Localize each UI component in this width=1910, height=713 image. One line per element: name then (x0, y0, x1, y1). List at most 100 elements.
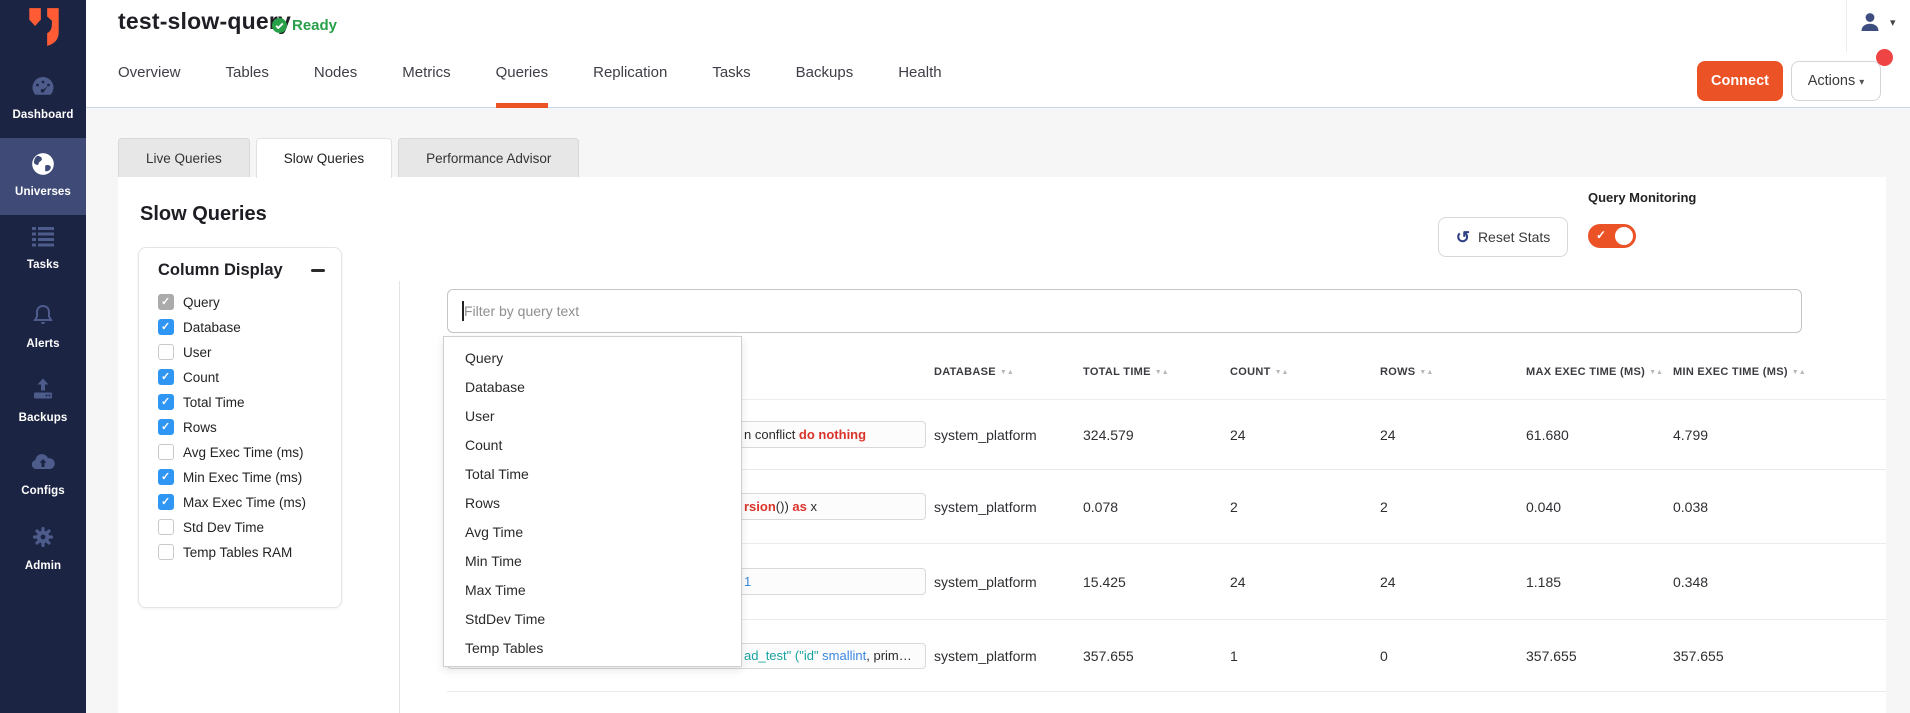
checkbox-label: Query (183, 295, 220, 310)
tab-queries[interactable]: Queries (496, 60, 549, 108)
dropdown-item-database[interactable]: Database (444, 373, 741, 402)
query-filter-input[interactable] (447, 289, 1802, 333)
subtab-slow-queries[interactable]: Slow Queries (256, 138, 392, 178)
header-rows[interactable]: ROWS▼▲ (1380, 366, 1526, 378)
checkbox-count[interactable] (158, 369, 174, 385)
rows-cell: 24 (1380, 427, 1526, 443)
subtab-performance-advisor[interactable]: Performance Advisor (398, 138, 579, 177)
tab-tables[interactable]: Tables (226, 60, 269, 108)
sidebar-item-configs[interactable]: Configs (0, 450, 86, 499)
tab-nodes[interactable]: Nodes (314, 60, 357, 108)
header-label: TOTAL TIME (1083, 366, 1151, 378)
reset-stats-button[interactable]: ↺ Reset Stats (1438, 217, 1568, 257)
max-exec-cell: 357.655 (1526, 648, 1673, 664)
dropdown-item-count[interactable]: Count (444, 431, 741, 460)
filter-field-dropdown: Query Database User Count Total Time Row… (443, 336, 742, 667)
dropdown-item-total-time[interactable]: Total Time (444, 460, 741, 489)
checkbox-label: Rows (183, 420, 217, 435)
sidebar-item-tasks[interactable]: Tasks (0, 224, 86, 273)
connect-button[interactable]: Connect (1697, 61, 1783, 101)
status-badge: Ready (272, 17, 337, 34)
checkbox-min-exec-time[interactable] (158, 469, 174, 485)
tab-metrics[interactable]: Metrics (402, 60, 450, 108)
sidebar-item-dashboard[interactable]: Dashboard (0, 74, 86, 123)
rows-cell: 24 (1380, 574, 1526, 590)
dropdown-item-user[interactable]: User (444, 402, 741, 431)
sidebar-item-alerts[interactable]: Alerts (0, 303, 86, 352)
column-option-rows: Rows (158, 417, 217, 437)
actions-caret-icon: ▾ (1859, 77, 1864, 88)
user-menu-caret-icon: ▾ (1890, 16, 1896, 29)
tab-overview[interactable]: Overview (118, 60, 181, 108)
query-fragment: n conflict (744, 427, 799, 442)
subtab-live-queries[interactable]: Live Queries (118, 138, 250, 177)
total-time-cell: 357.655 (1083, 648, 1230, 664)
rows-cell: 0 (1380, 648, 1526, 664)
toggle-knob (1615, 227, 1633, 245)
collapse-minus-icon[interactable] (311, 269, 325, 272)
sort-icon: ▼▲ (1649, 369, 1663, 376)
sort-icon: ▼▲ (1155, 369, 1169, 376)
header-divider (1846, 0, 1847, 52)
header-max-exec-time[interactable]: MAX EXEC TIME (MS)▼▲ (1526, 366, 1673, 378)
bell-icon (30, 303, 56, 329)
header-count[interactable]: COUNT▼▲ (1230, 366, 1380, 378)
dropdown-item-min-time[interactable]: Min Time (444, 547, 741, 576)
actions-button[interactable]: Actions ▾ (1791, 61, 1881, 101)
checkbox-user[interactable] (158, 344, 174, 360)
count-cell: 24 (1230, 574, 1380, 590)
checkbox-query[interactable] (158, 294, 174, 310)
checkbox-total-time[interactable] (158, 394, 174, 410)
app-screen: Dashboard Universes Tasks (0, 0, 1910, 713)
database-cell: system_platform (934, 427, 1083, 443)
sidebar-item-backups[interactable]: Backups (0, 377, 86, 426)
header-total-time[interactable]: TOTAL TIME ▼▲ (1083, 366, 1230, 378)
user-avatar-icon (1858, 10, 1882, 34)
database-cell: system_platform (934, 648, 1083, 664)
dropdown-item-temp-tables[interactable]: Temp Tables (444, 634, 741, 663)
checkbox-rows[interactable] (158, 419, 174, 435)
query-subtabs: Live Queries Slow Queries Performance Ad… (118, 138, 579, 178)
sidebar-item-label: Alerts (26, 338, 59, 350)
column-option-temp-tables: Temp Tables RAM (158, 542, 292, 562)
max-exec-cell: 1.185 (1526, 574, 1673, 590)
user-menu[interactable]: ▾ (1858, 10, 1896, 34)
tab-replication[interactable]: Replication (593, 60, 667, 108)
checkbox-temp-tables-ram[interactable] (158, 544, 174, 560)
database-cell: system_platform (934, 499, 1083, 515)
checkbox-std-dev-time[interactable] (158, 519, 174, 535)
count-cell: 1 (1230, 648, 1380, 664)
checkbox-database[interactable] (158, 319, 174, 335)
max-exec-cell: 61.680 (1526, 427, 1673, 443)
checkbox-label: Std Dev Time (183, 520, 264, 535)
query-monitoring-toggle[interactable]: ✓ (1588, 224, 1636, 248)
sidebar-item-universes[interactable]: Universes (0, 138, 86, 215)
header-database[interactable]: DATABASE▼▲ (934, 366, 1083, 378)
sort-icon: ▼▲ (1419, 369, 1433, 376)
total-time-cell: 15.425 (1083, 574, 1230, 590)
header-label: COUNT (1230, 366, 1271, 378)
count-cell: 2 (1230, 499, 1380, 515)
tab-health[interactable]: Health (898, 60, 941, 108)
query-fragment: x (807, 499, 817, 514)
sidebar-item-label: Admin (25, 560, 61, 572)
tasks-list-icon (30, 224, 56, 250)
checkbox-label: Avg Exec Time (ms) (183, 445, 304, 460)
total-time-cell: 0.078 (1083, 499, 1230, 515)
min-exec-cell: 357.655 (1673, 648, 1886, 664)
checkbox-avg-exec-time[interactable] (158, 444, 174, 460)
dropdown-item-rows[interactable]: Rows (444, 489, 741, 518)
column-option-user: User (158, 342, 212, 362)
yugabyte-logo-icon[interactable] (23, 6, 65, 48)
header-min-exec-time[interactable]: MIN EXEC TIME (MS)▼▲ (1673, 366, 1886, 378)
dropdown-item-avg-time[interactable]: Avg Time (444, 518, 741, 547)
dropdown-item-max-time[interactable]: Max Time (444, 576, 741, 605)
reset-icon: ↺ (1456, 229, 1470, 246)
dropdown-item-stddev-time[interactable]: StdDev Time (444, 605, 741, 634)
dropdown-item-query[interactable]: Query (444, 344, 741, 373)
checkbox-max-exec-time[interactable] (158, 494, 174, 510)
tab-tasks[interactable]: Tasks (712, 60, 750, 108)
sidebar-item-admin[interactable]: Admin (0, 525, 86, 574)
column-option-max-exec: Max Exec Time (ms) (158, 492, 306, 512)
tab-backups[interactable]: Backups (796, 60, 854, 108)
